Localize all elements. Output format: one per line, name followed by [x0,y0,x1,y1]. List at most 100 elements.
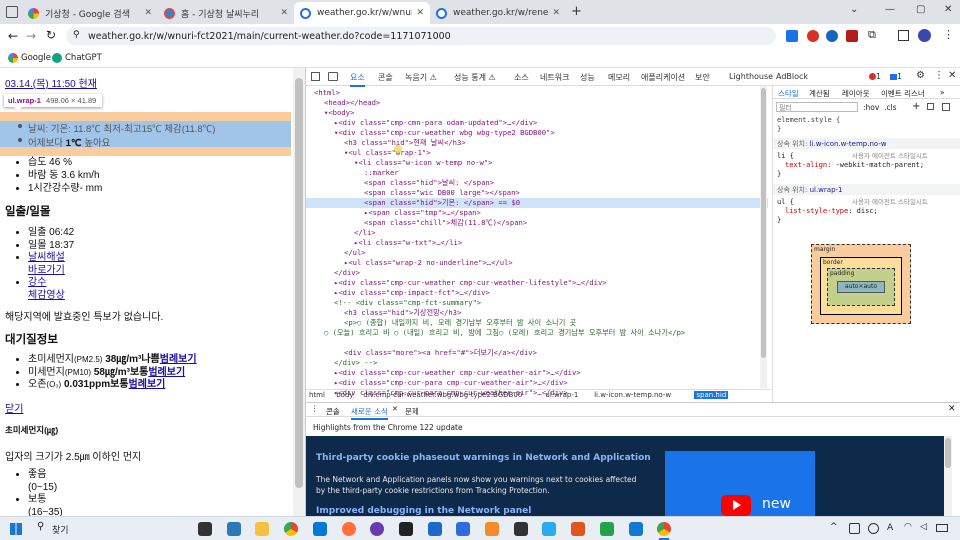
styles-tab-computed[interactable]: 계산됨 [809,88,830,99]
pm10-legend-link[interactable]: 범례보기 [148,367,185,378]
extension-icon[interactable] [826,30,838,42]
translate-extension-icon[interactable] [786,30,798,42]
devtools-tab-application[interactable]: 애플리케이션 [641,72,685,83]
drawer-scrollbar[interactable] [944,436,952,517]
close-tab-icon[interactable]: ✕ [392,405,398,413]
tray-app-icon[interactable] [868,523,879,534]
devtools-tab-performance-insights[interactable]: 성능 통계 ⚠ [454,72,496,83]
scrollbar-thumb[interactable] [945,438,951,468]
dom-node-line[interactable]: ▸<div class="cmp-impact-fct">…</div> [334,288,490,298]
dom-node-line[interactable]: <span class="hid">날씨: </span> [364,178,494,188]
sublime-app-icon[interactable] [485,522,499,536]
feel-video-link[interactable]: 체감영상 [28,290,65,301]
terminal-app-icon[interactable] [398,522,413,536]
extension-icon[interactable] [846,30,858,42]
weather-commentary-link[interactable]: 날씨해설 [28,252,65,263]
close-link[interactable]: 닫기 [5,400,23,415]
explorer-app-icon[interactable] [198,522,212,536]
li-rule-value[interactable]: -webkit-match-parent; [836,161,925,169]
vscode-app-icon[interactable] [628,522,643,536]
hov-cls-buttons[interactable]: :hov .cls [863,103,897,112]
breadcrumb-item[interactable]: li.w-icon.w-temp.no-w [594,391,671,399]
calculator-app-icon[interactable] [226,522,241,536]
avatar[interactable] [918,29,931,42]
video-thumbnail[interactable]: new [665,451,815,517]
dom-node-line[interactable]: <span class="wic DB00 large"></span> [364,188,520,198]
battery-icon[interactable] [936,524,948,532]
ozone-legend-link[interactable]: 범례보기 [129,379,166,390]
wifi-icon[interactable]: ◠ [904,522,912,532]
tray-app-icon[interactable] [849,523,860,534]
styles-tab-listeners[interactable]: 이벤트 리스너 [881,88,925,99]
precip-link[interactable]: 강수 [28,277,46,288]
dom-node-line[interactable]: </li> [354,228,376,238]
dom-node-line[interactable]: ▸<div class="cmp-cmn-para odam-updated">… [334,118,537,128]
li-rule-prop[interactable]: text-align [785,161,827,169]
dom-node-line[interactable]: ▸<div class="cmp-cur-weather cmp-cur-wea… [334,368,581,378]
devtools-tab-console[interactable]: 콘솔 [378,72,393,83]
toggle-element-state-icon[interactable] [927,103,934,110]
dom-node-line[interactable]: <p>○ (종합) 내일까지 비, 모레 경기남부 오후부터 밤 사이 소나기 … [344,318,576,328]
dom-scrollbar[interactable] [760,86,767,388]
dom-node-line[interactable]: ▸<div class="cmp-cur-para cmp-cur-weathe… [334,378,568,388]
store-app-icon[interactable] [312,522,327,536]
dom-node-line[interactable]: ▸<li class="w-txt">…</li> [354,238,462,248]
sourcetree-app-icon[interactable] [571,522,586,536]
dom-node-line[interactable]: <!-- <div class="cmp-fct-summary"> [334,298,481,308]
dom-node-line[interactable]: ▾<body> [324,108,354,118]
camtasia-app-icon[interactable] [599,522,614,536]
close-drawer-icon[interactable]: ✕ [948,404,956,414]
scrollbar-thumb[interactable] [295,78,303,488]
ul-rule-prop[interactable]: list-style-type [785,207,848,215]
address-bar[interactable]: ⚲ weather.go.kr/w/wnuri-fct2021/main/cur… [66,27,776,45]
puzzle-icon[interactable]: ⧉ [868,28,876,42]
edge-app-icon[interactable] [456,522,471,536]
breadcrumb-item[interactable]: span.hid [694,391,729,399]
dom-node-line[interactable]: <span class="chill">체감(11.8℃)</span> [364,218,527,228]
dom-node-line[interactable]: </div> [334,268,360,278]
page-scrollbar[interactable] [293,68,305,516]
site-info-icon[interactable]: ⚲ [73,30,80,40]
dom-node-line[interactable]: ▸<ul class="wrap-2 no-underline">…</ul> [344,258,513,268]
breadcrumb-item[interactable]: body [336,391,353,399]
extension-icon[interactable] [807,30,819,42]
styles-tab-styles[interactable]: 스타일 [778,88,799,99]
news2-title[interactable]: Improved debugging in the Network panel [316,506,531,516]
tray-chevron-icon[interactable]: ^ [830,522,838,532]
pm25-legend-link[interactable]: 범례보기 [160,354,197,365]
dom-node-line[interactable]: <div class="more"><a href="#">더보기</a></d… [344,348,537,358]
breadcrumb-item[interactable]: ul.wrap-1 [545,391,578,399]
dom-node-line[interactable]: <html> [314,88,340,98]
close-window-button[interactable]: ✕ [944,4,952,15]
styles-filter-input[interactable]: 필터 [776,102,858,112]
devtools-tab-lighthouse[interactable]: Lighthouse [729,72,773,81]
styles-tab-layout[interactable]: 레이아웃 [842,88,870,99]
styles-tab-more[interactable]: » [940,88,945,97]
settings-gear-icon[interactable]: ⚙ [916,70,925,81]
dom-node-line[interactable]: ▾<div class="cmp-cur-weather wbg wbg-typ… [334,128,555,138]
dom-node-line[interactable]: <h3 class="hid">현재 날씨</h3> [344,138,466,148]
taskbar-search-label[interactable]: 찾기 [52,523,69,536]
dom-node-line[interactable]: <span class="hid">기온: </span> == $0 [306,198,768,208]
drawer-tab-issues[interactable]: 문제 [405,406,419,417]
add-rule-icon[interactable]: + [912,101,920,112]
tab-weather-home[interactable]: 홈 - 기상청 날씨누리 ✕ [158,2,294,24]
drawer-tab-whats-new[interactable]: 새로운 소식 [351,406,388,420]
devtools-tab-sources[interactable]: 소스 [514,72,529,83]
devtools-tab-network[interactable]: 네트워크 [540,72,569,83]
scrollbar-thumb[interactable] [761,88,766,358]
devtools-tab-performance[interactable]: 성능 [580,72,595,83]
back-icon[interactable]: ← [8,29,18,43]
start-windows-icon[interactable] [10,523,22,535]
telegram-app-icon[interactable] [542,522,557,536]
close-devtools-icon[interactable]: ✕ [948,70,956,81]
devtools-tab-adblock[interactable]: AdBlock [776,72,808,81]
datetime-link[interactable]: 03.14.(목) 11:50 현재 [5,75,97,90]
inspect-element-icon[interactable] [311,72,320,81]
close-icon[interactable]: ✕ [416,8,424,18]
bookmark-chatgpt[interactable]: ChatGPT [65,53,102,63]
menu-icon[interactable]: ⋮ [943,28,954,41]
tab-renew[interactable]: weather.go.kr/w/renew2021/m ✕ [430,2,566,24]
sidebar-icon[interactable] [898,30,909,41]
dom-node-line[interactable]: </div> --> [334,358,377,368]
